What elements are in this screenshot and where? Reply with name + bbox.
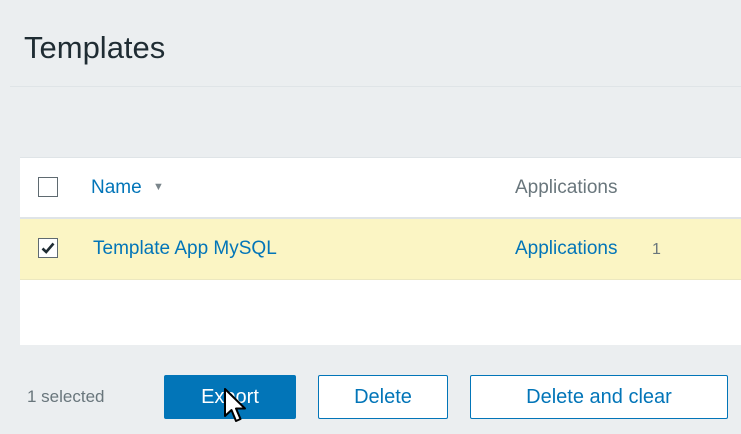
column-header-applications: Applications: [515, 177, 618, 198]
selected-count: 1 selected: [27, 387, 105, 406]
action-bar: 1 selected Export Delete Delete and clea…: [10, 345, 741, 434]
delete-and-clear-button[interactable]: Delete and clear: [470, 375, 728, 419]
column-header-name[interactable]: Name ▼: [91, 177, 164, 199]
templates-page: Templates Name ▼ Applications Template A…: [10, 8, 741, 434]
templates-table: Name ▼ Applications Template App MySQL A…: [20, 157, 741, 346]
table-row: Template App MySQL Applications 1: [20, 219, 741, 280]
mouse-pointer-icon: [224, 388, 246, 422]
table-header-row: Name ▼ Applications: [20, 158, 741, 219]
page-title: Templates: [24, 30, 166, 65]
applications-link[interactable]: Applications: [515, 238, 617, 260]
column-header-name-label: Name: [91, 177, 142, 198]
row-checkbox[interactable]: [38, 238, 58, 258]
template-name-link[interactable]: Template App MySQL: [93, 238, 277, 260]
applications-count: 1: [652, 241, 661, 258]
delete-button[interactable]: Delete: [318, 375, 448, 419]
page-header: Templates: [10, 8, 741, 86]
select-all-checkbox[interactable]: [38, 177, 58, 197]
filter-area: [10, 87, 741, 156]
checkmark-icon: [41, 242, 55, 254]
sort-down-arrow-icon: ▼: [152, 181, 164, 193]
